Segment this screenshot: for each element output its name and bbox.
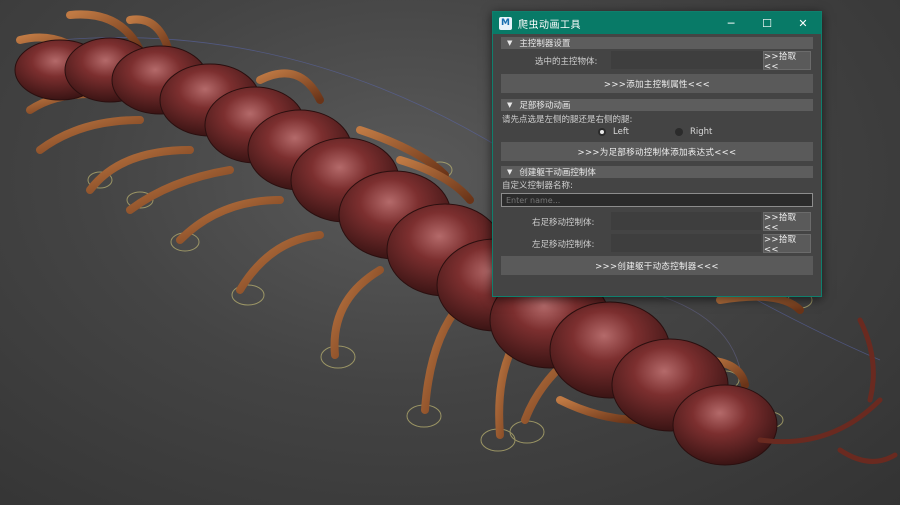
controller-name-input[interactable] xyxy=(501,193,813,207)
create-torso-controller-button[interactable]: >>>创建躯干动态控制器<<< xyxy=(501,256,813,275)
collapse-arrow-icon: ▼ xyxy=(507,101,513,109)
left-foot-field xyxy=(611,234,761,252)
side-radio-row: Left Right xyxy=(501,124,813,140)
right-foot-label: 右足移动控制体: xyxy=(532,218,595,228)
section-header-foot-animation[interactable]: ▼ 足部移动动画 xyxy=(501,99,813,111)
radio-unchecked-icon xyxy=(675,128,683,136)
right-foot-row: 右足移动控制体: >>拾取<< xyxy=(501,210,813,233)
collapse-arrow-icon: ▼ xyxy=(507,168,513,176)
add-foot-expression-button[interactable]: >>>为足部移动控制体添加表达式<<< xyxy=(501,142,813,161)
selected-object-label: 选中的主控物体: xyxy=(535,57,598,67)
crawler-animation-tool-window[interactable]: M 爬虫动画工具 ─ ☐ ✕ ▼ 主控制器设置 选中的主控物体: >>拾取<< … xyxy=(492,11,822,297)
radio-left-label: Left xyxy=(613,127,629,137)
add-main-control-attr-button[interactable]: >>>添加主控制属性<<< xyxy=(501,74,813,93)
title-bar[interactable]: M 爬虫动画工具 ─ ☐ ✕ xyxy=(493,12,821,34)
radio-checked-icon xyxy=(598,128,606,136)
section-header-torso-controller[interactable]: ▼ 创建躯干动画控制体 xyxy=(501,166,813,178)
collapse-arrow-icon: ▼ xyxy=(507,39,513,47)
instruction-row: 请先点选是左侧的腿还是右侧的腿: xyxy=(501,111,813,125)
pick-right-foot-button[interactable]: >>拾取<< xyxy=(763,212,811,233)
window-title: 爬虫动画工具 xyxy=(518,19,581,31)
radio-right-label: Right xyxy=(690,127,713,137)
create-torso-row: >>>创建躯干动态控制器<<< xyxy=(501,254,813,276)
custom-name-input-row xyxy=(501,190,813,210)
left-foot-row: 左足移动控制体: >>拾取<< xyxy=(501,232,813,255)
section-header-main-controller[interactable]: ▼ 主控制器设置 xyxy=(501,37,813,49)
radio-left[interactable]: Left xyxy=(598,127,629,137)
maya-app-icon: M xyxy=(499,16,512,30)
add-expression-row: >>>为足部移动控制体添加表达式<<< xyxy=(501,140,813,164)
custom-name-label-row: 自定义控制器名称: xyxy=(501,178,813,191)
maximize-button[interactable]: ☐ xyxy=(749,12,785,34)
section-title: 足部移动动画 xyxy=(519,101,571,111)
selected-object-row: 选中的主控物体: >>拾取<< xyxy=(501,49,813,73)
section-title: 主控制器设置 xyxy=(519,39,571,49)
pick-left-foot-button[interactable]: >>拾取<< xyxy=(763,234,811,255)
minimize-button[interactable]: ─ xyxy=(713,12,749,34)
selected-object-field xyxy=(611,51,769,69)
radio-right[interactable]: Right xyxy=(675,127,712,137)
right-foot-field xyxy=(611,212,761,230)
left-foot-label: 左足移动控制体: xyxy=(532,240,595,250)
pick-main-controller-button[interactable]: >>拾取<< xyxy=(763,51,811,72)
add-attr-row: >>>添加主控制属性<<< xyxy=(501,73,813,95)
close-button[interactable]: ✕ xyxy=(785,12,821,34)
window-controls: ─ ☐ ✕ xyxy=(713,12,821,34)
section-title: 创建躯干动画控制体 xyxy=(519,168,596,178)
